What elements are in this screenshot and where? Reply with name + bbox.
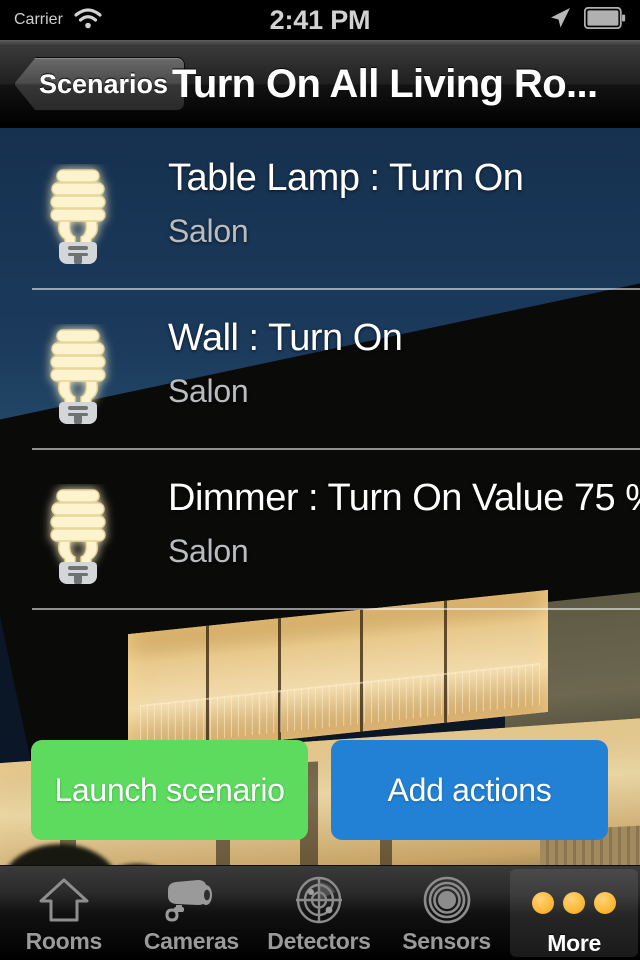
tab-rooms-label: Rooms [25, 928, 103, 954]
light-bulb-icon [38, 164, 118, 264]
light-bulb-icon [38, 484, 118, 584]
radar-icon [294, 874, 344, 926]
list-item-text: Dimmer : Turn On Value 75 % Salon [168, 476, 640, 570]
list-separator [32, 288, 640, 290]
tab-more-label: More [547, 930, 602, 956]
battery-icon [583, 6, 626, 34]
tab-more[interactable]: More [510, 869, 638, 957]
tab-sensors-label: Sensors [402, 928, 491, 954]
location-arrow-icon [548, 6, 572, 35]
tab-cameras-label: Cameras [143, 928, 239, 954]
concentric-circles-icon [423, 874, 471, 926]
navigation-bar: Scenarios Turn On All Living Ro... [0, 40, 640, 128]
tab-rooms[interactable]: Rooms [0, 866, 128, 960]
three-dots-icon [532, 877, 617, 928]
house-icon [38, 874, 90, 926]
list-separator [32, 608, 640, 610]
action-list: Table Lamp : Turn On Salon Wall: Turn O… [0, 128, 640, 610]
list-item[interactable]: Dimmer : Turn On Value 75 % Salon [0, 448, 640, 608]
tab-cameras[interactable]: Cameras [128, 866, 256, 960]
tab-detectors[interactable]: Detectors [255, 866, 383, 960]
list-item-text: Table Lamp : Turn On Salon [168, 156, 634, 250]
list-item-title: Dimmer : Turn On Value 75 % [168, 477, 640, 519]
add-actions-button[interactable]: Add actions [331, 740, 608, 840]
list-separator [32, 448, 640, 450]
status-bar: Carrier 2:41 PM [0, 0, 640, 40]
list-item[interactable]: Table Lamp : Turn On Salon [0, 128, 640, 288]
action-button-row: Launch scenario Add actions [0, 740, 640, 840]
list-item-title: Wall : Turn On [168, 317, 403, 359]
light-bulb-icon [38, 324, 118, 424]
list-item-text: Wall : Turn On Salon [168, 316, 634, 410]
list-item-title: Table Lamp : Turn On [168, 157, 524, 199]
tab-detectors-label: Detectors [267, 928, 371, 954]
page-title: Turn On All Living Ro... [172, 61, 598, 106]
status-bar-right [548, 0, 626, 40]
list-item-room: Salon [168, 532, 249, 569]
tab-bar: Rooms Cameras Detectors Sensors More [0, 865, 640, 960]
list-item[interactable]: Wall : Turn On Salon [0, 288, 640, 448]
launch-scenario-label: Launch scenario [54, 771, 285, 808]
content-area: Table Lamp : Turn On Salon Wall: Turn O… [0, 128, 640, 865]
list-item-room: Salon [168, 372, 249, 409]
launch-scenario-button[interactable]: Launch scenario [31, 740, 308, 840]
app-screen: Carrier 2:41 PM Scenarios Turn On All Li… [0, 0, 640, 960]
cctv-camera-icon [162, 874, 220, 926]
back-button-label: Scenarios [39, 68, 169, 99]
list-item-room: Salon [168, 212, 249, 249]
back-button[interactable]: Scenarios [14, 57, 186, 111]
tab-sensors[interactable]: Sensors [383, 866, 511, 960]
add-actions-label: Add actions [387, 771, 552, 808]
clock-label: 2:41 PM [269, 4, 371, 35]
